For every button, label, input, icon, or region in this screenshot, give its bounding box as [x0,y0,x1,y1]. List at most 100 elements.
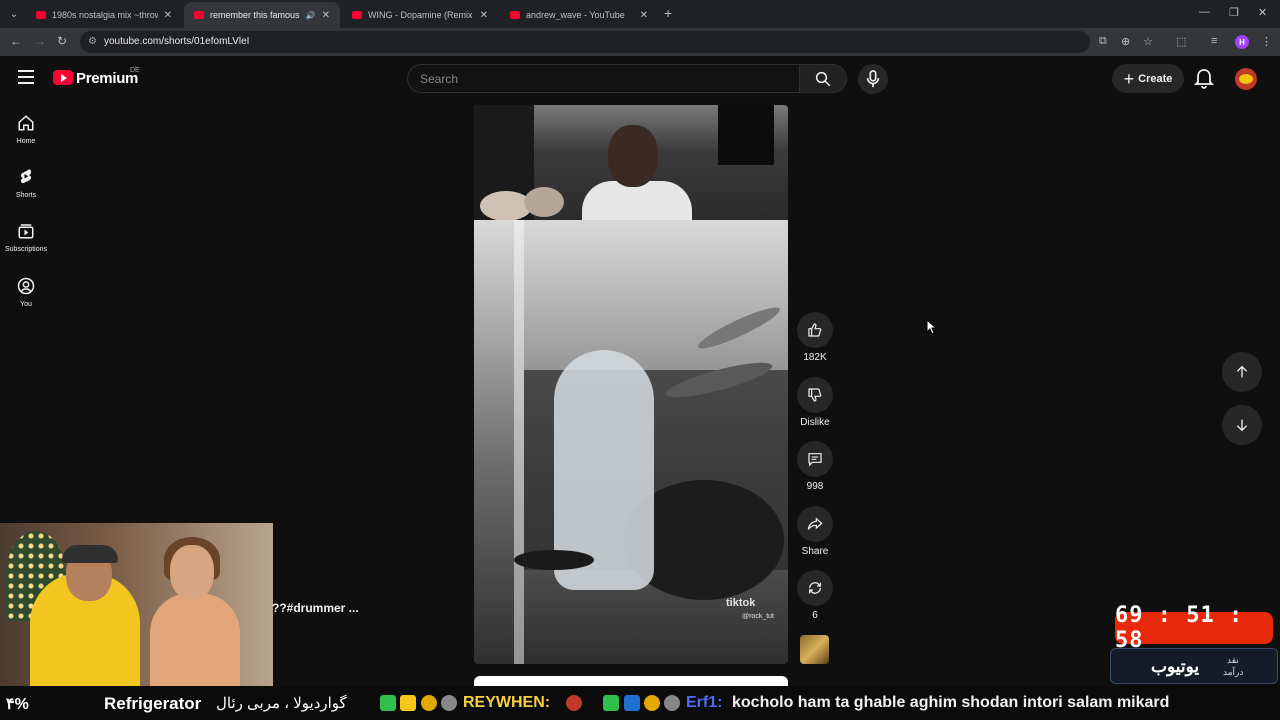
dislike-button[interactable]: Dislike [797,377,833,428]
voice-search-button[interactable] [858,64,888,94]
search-button[interactable] [800,64,847,93]
close-tab-icon[interactable]: ✕ [480,10,488,21]
comments-button[interactable]: 998 [797,441,833,492]
ticker-username-erf: Erf1: [686,694,723,711]
tab-andrew-wave[interactable]: andrew_wave - YouTube ✕ [500,2,658,28]
sidebar-item-label: Home [16,138,36,145]
url-text[interactable]: youtube.com/shorts/01efomLVleI [104,36,249,47]
thumbs-down-icon [808,388,822,402]
sidebar-item-you[interactable]: You [0,277,52,308]
bookmark-star-icon[interactable]: ☆ [1143,35,1153,48]
close-window-icon[interactable]: ✕ [1258,6,1267,19]
close-tab-icon[interactable]: ✕ [640,10,648,21]
sound-thumbnail[interactable] [800,635,829,664]
tiktok-handle: @rock_tut [742,613,775,620]
search-input[interactable]: Search [407,64,800,93]
next-short-button[interactable] [1222,405,1262,445]
country-code: DE [130,67,140,74]
tab-active-shorts[interactable]: remember this famous sou 🔊 ✕ [184,2,340,28]
mushroom-emote-icon [566,695,582,711]
tab-nostalgia[interactable]: 1980s nostalgia mix ~throwback ✕ [26,2,182,28]
media-controls-icon[interactable]: ≡ [1211,35,1217,47]
you-icon [17,277,35,295]
previous-short-button[interactable] [1222,352,1262,392]
sidebar-item-subscriptions[interactable]: Subscriptions [0,222,52,253]
sidebar-item-label: You [20,301,32,308]
video-info-panel-edge [474,676,788,686]
extensions-icon[interactable]: ⬚ [1176,35,1186,48]
mouse-cursor-icon [926,319,938,335]
speaker-icon[interactable]: 🔊 [306,11,316,20]
ticker-refrigerator: Refrigerator [104,694,202,713]
youtube-favicon-icon [352,11,362,19]
coin-badge-icon [644,695,660,711]
search-icon [815,71,831,87]
ticker-percent: ۴% [6,696,29,713]
tiktok-watermark: tiktok [726,597,756,609]
ticker-message: kocholo ham ta ghable aghim shodan intor… [732,694,1170,711]
site-info-icon[interactable]: ⚙ [88,36,97,47]
sidebar-item-label: Shorts [15,192,37,199]
share-label: Share [801,546,829,557]
remix-icon [809,582,821,594]
tab-title: remember this famous sou [210,10,302,20]
browser-profile-avatar[interactable]: H [1235,35,1249,49]
webcam-overlay [0,523,273,686]
logo-premium-text[interactable]: Premium [76,70,138,87]
close-tab-icon[interactable]: ✕ [164,10,172,21]
search-placeholder: Search [420,72,459,86]
emote-icon [664,695,680,711]
reload-icon[interactable]: ↻ [57,34,67,48]
yt-box-line1: نقد [1227,655,1239,665]
back-icon[interactable]: ← [10,34,22,48]
youtube-favicon-icon [510,11,520,19]
account-avatar[interactable] [1235,68,1257,90]
dislike-label: Dislike [800,417,830,428]
ticker-persian-text: گواردیولا ، مربی رئال [216,695,347,712]
coin-badge-icon [421,695,437,711]
reaction-video-top [474,105,788,221]
emote-icon [441,695,457,711]
microphone-icon [866,70,880,88]
new-tab-button[interactable]: + [664,5,672,21]
chrome-menu-icon[interactable]: ⋮ [1261,35,1272,48]
comment-count: 998 [806,481,824,492]
shorts-video-player[interactable]: tiktok @rock_tut [474,105,788,664]
arrow-badge-icon [624,695,640,711]
tab-search-button[interactable]: ⌄ [6,6,22,22]
minimize-icon[interactable]: — [1199,6,1210,18]
k-badge-icon [603,695,619,711]
notifications-bell-icon[interactable] [1194,68,1214,90]
youtube-income-box: یوتیوب نقد درآمد [1110,648,1278,684]
share-icon [807,517,823,530]
youtube-favicon-icon [194,11,204,19]
close-tab-icon[interactable]: ✕ [322,10,330,21]
guide-menu-icon[interactable] [18,70,34,84]
share-button[interactable]: Share [797,506,833,557]
short-title: ??#drummer ... [272,601,359,615]
address-bar[interactable]: ⚙ youtube.com/shorts/01efomLVleI [80,31,1090,53]
yt-box-line2: درآمد [1223,667,1244,677]
tab-wing-dopamine[interactable]: WING - Dopamine (Remix VER. ✕ [342,2,498,28]
sidebar-item-label: Subscriptions [4,246,48,253]
like-button[interactable]: 182K [797,312,833,363]
remix-button[interactable]: 6 [797,570,833,621]
shorts-icon [20,169,32,184]
sidebar-item-shorts[interactable]: Shorts [0,168,52,199]
install-app-icon[interactable]: ⧉ [1099,35,1107,48]
restore-icon[interactable]: ❐ [1229,6,1239,19]
subscriptions-icon [18,224,34,239]
arrow-up-icon [1236,365,1248,378]
tab-title: 1980s nostalgia mix ~throwback [52,10,158,20]
sidebar-item-home[interactable]: Home [0,114,52,145]
crown-badge-icon [400,695,416,711]
stream-timer: 69 : 51 : 58 [1115,603,1273,653]
arrow-down-icon [1236,419,1248,432]
youtube-logo-icon[interactable] [53,70,73,85]
zoom-icon[interactable]: ⊕ [1121,35,1130,48]
home-icon [18,115,34,131]
create-button[interactable]: + Create [1112,64,1184,93]
tab-title: WING - Dopamine (Remix VER. [368,10,474,20]
k-badge-icon [380,695,396,711]
forward-icon[interactable]: → [34,34,46,48]
